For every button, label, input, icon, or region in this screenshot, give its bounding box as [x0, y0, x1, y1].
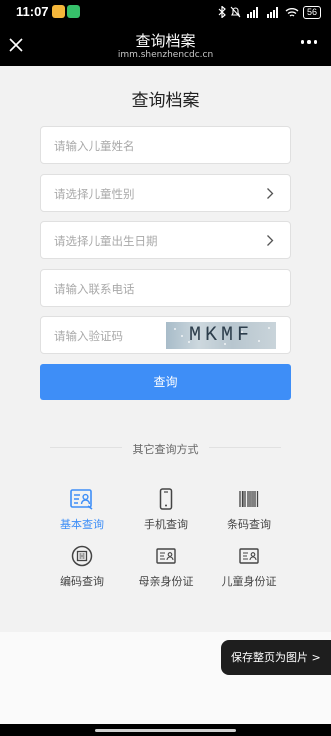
mother-id-query-label: 母亲身份证: [138, 575, 194, 588]
signal-icon: [266, 6, 278, 18]
child-id-query-option[interactable]: 儿童身份证: [204, 543, 294, 589]
query-button[interactable]: 查询: [40, 364, 291, 400]
wifi-icon: [285, 7, 299, 17]
nav-url: imm.shenzhencdc.cn: [117, 50, 214, 60]
id-card-icon: [156, 548, 176, 564]
phone-query-label: 手机查询: [144, 518, 188, 531]
phone-query-option[interactable]: 手机查询: [121, 486, 211, 532]
phone-input[interactable]: 请输入联系电话: [40, 269, 291, 307]
barcode-icon: [239, 491, 259, 507]
home-indicator[interactable]: [95, 729, 236, 732]
page-title: 查询档案: [131, 91, 200, 111]
barcode-query-label: 条码查询: [227, 518, 271, 531]
child-name-input[interactable]: 请输入儿童姓名: [40, 126, 291, 164]
nav-bar: 查询档案 imm.shenzhencdc.cn: [0, 24, 331, 66]
basic-query-label: 基本查询: [60, 518, 104, 531]
captcha-image[interactable]: MKMF: [166, 322, 276, 349]
notification-app-icon: [52, 5, 65, 18]
nav-title: 查询档案: [135, 32, 196, 50]
barcode-query-option[interactable]: 条码查询: [204, 486, 294, 532]
child-name-placeholder: 请输入儿童姓名: [54, 139, 135, 153]
signal-icon: [246, 6, 258, 18]
status-icons: 56: [218, 4, 321, 20]
code-icon: [71, 545, 93, 567]
chevron-right-icon: [267, 235, 274, 246]
child-birthdate-placeholder: 请选择儿童出生日期: [54, 234, 158, 248]
status-bar: 11:07 56: [0, 0, 331, 24]
child-birthdate-select[interactable]: 请选择儿童出生日期: [40, 221, 291, 259]
bluetooth-icon: [218, 6, 226, 18]
chevron-right-icon: [267, 188, 274, 199]
phone-icon: [159, 488, 173, 510]
battery-icon: 56: [302, 5, 321, 19]
child-gender-select[interactable]: 请选择儿童性别: [40, 174, 291, 212]
code-query-label: 编码查询: [60, 575, 104, 588]
status-time: 11:07: [16, 4, 49, 19]
captcha-placeholder: 请输入验证码: [54, 329, 123, 343]
mute-bell-icon: [230, 6, 241, 18]
mother-id-query-option[interactable]: 母亲身份证: [121, 543, 211, 589]
phone-placeholder: 请输入联系电话: [54, 282, 135, 296]
query-form-page: 查询档案 请输入儿童姓名 请选择儿童性别 请选择儿童出生日期 请输入联系电话 请…: [0, 66, 331, 632]
child-id-query-label: 儿童身份证: [221, 575, 277, 588]
child-gender-placeholder: 请选择儿童性别: [54, 187, 135, 201]
id-card-icon: [239, 548, 259, 564]
gesture-bar: [0, 724, 331, 736]
other-methods-label: 其它查询方式: [132, 443, 199, 456]
notification-app-icon: [67, 5, 80, 18]
save-page-as-image-button[interactable]: 保存整页为图片 >: [221, 640, 331, 675]
basic-query-option[interactable]: 基本查询: [37, 486, 127, 532]
more-icon[interactable]: [300, 40, 317, 44]
code-query-option[interactable]: 编码查询: [37, 543, 127, 589]
captcha-text: MKMF: [188, 324, 253, 347]
user-card-icon: [70, 489, 93, 510]
captcha-field[interactable]: 请输入验证码 MKMF: [40, 316, 291, 354]
